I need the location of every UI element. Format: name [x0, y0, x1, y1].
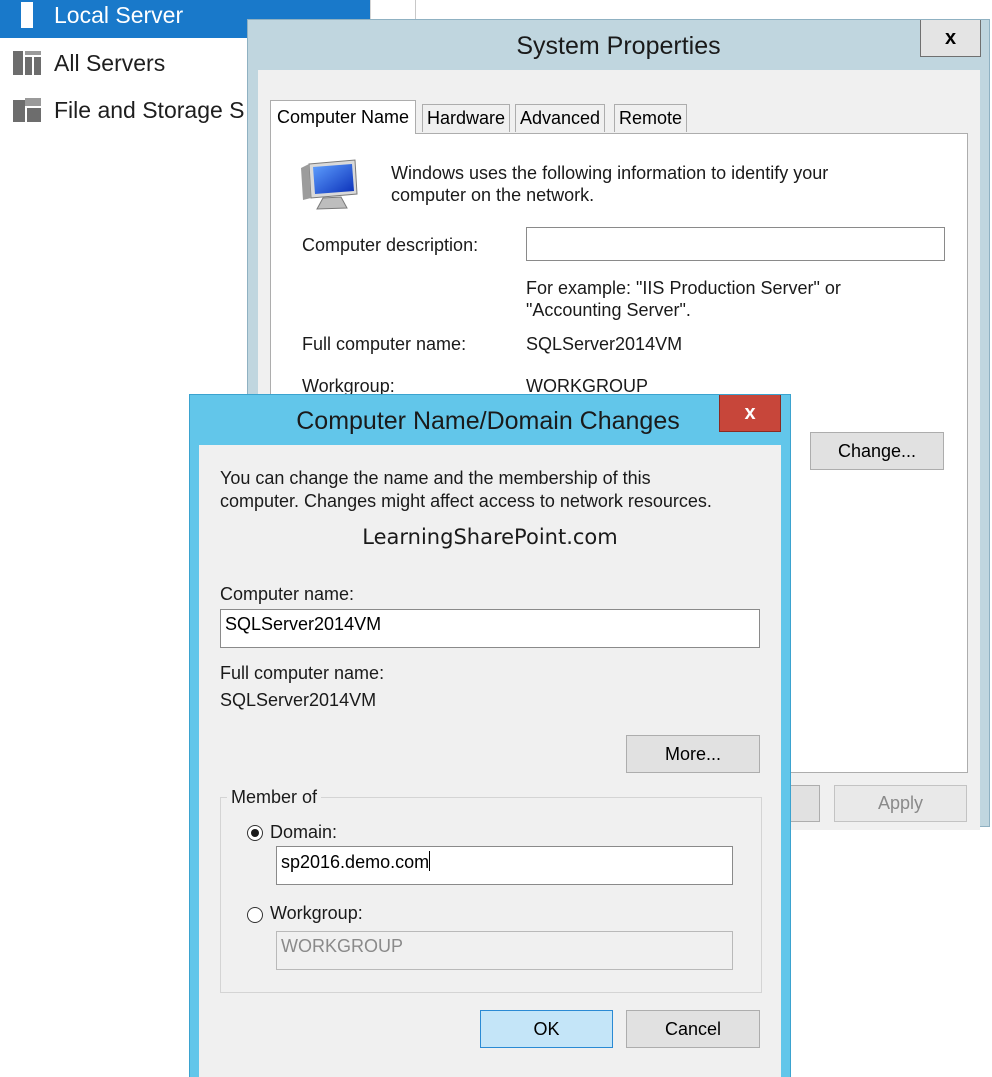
intro-text-1: Windows uses the following information t…	[391, 163, 829, 183]
intro-text-2: computer on the network.	[391, 185, 595, 205]
domain-label: Domain:	[270, 822, 338, 842]
description-label: Computer description:	[302, 235, 479, 255]
example-text-2: "Accounting Server".	[526, 300, 691, 320]
full-name-value: SQLServer2014VM	[526, 334, 683, 354]
computer-name-domain-dialog: Computer Name/Domain Changes x You can c…	[189, 394, 791, 1077]
computer-monitor-icon	[301, 159, 358, 210]
domain-radio[interactable]	[247, 825, 263, 841]
local-server-icon	[0, 0, 54, 38]
change-button[interactable]: Change...	[810, 432, 944, 470]
full-name-label: Full computer name:	[220, 663, 385, 683]
tab-remote[interactable]: Remote	[614, 104, 688, 132]
sidebar-item-label: File and Storage S	[54, 96, 245, 123]
computer-name-label: Computer name:	[220, 584, 355, 604]
window-title: System Properties	[516, 32, 721, 60]
cancel-button[interactable]	[790, 785, 820, 822]
text-caret	[429, 851, 431, 871]
workgroup-label: Workgroup:	[270, 903, 363, 923]
tab-computer-name[interactable]: Computer Name	[270, 100, 417, 134]
more-button[interactable]: More...	[626, 735, 760, 773]
computer-name-input[interactable]: SQLServer2014VM	[220, 609, 760, 648]
full-name-label: Full computer name:	[302, 334, 467, 354]
computer-description-input[interactable]	[526, 227, 945, 261]
sidebar-item-label: All Servers	[54, 49, 166, 76]
workgroup-radio[interactable]	[247, 907, 263, 923]
ok-button[interactable]: OK	[480, 1010, 613, 1048]
tab-hardware[interactable]: Hardware	[422, 104, 511, 132]
tab-advanced[interactable]: Advanced	[515, 104, 606, 132]
close-button[interactable]: x	[920, 20, 981, 57]
member-of-label: Member of	[227, 787, 322, 808]
example-text-1: For example: "IIS Production Server" or	[526, 278, 841, 298]
all-servers-icon	[0, 40, 54, 86]
intro-text-1: You can change the name and the membersh…	[220, 468, 651, 488]
sidebar-item-label: Local Server	[54, 1, 184, 28]
domain-input-value: sp2016.demo.com	[281, 852, 430, 872]
intro-text-2: computer. Changes might affect access to…	[220, 491, 712, 511]
workgroup-input[interactable]: WORKGROUP	[276, 931, 733, 970]
cancel-button[interactable]: Cancel	[626, 1010, 760, 1048]
watermark-text: LearningSharePoint.com	[362, 525, 618, 549]
file-storage-icon	[0, 87, 54, 133]
close-button[interactable]: x	[719, 395, 781, 432]
dialog-body: You can change the name and the membersh…	[199, 445, 781, 1077]
full-name-value: SQLServer2014VM	[220, 690, 377, 710]
apply-button[interactable]: Apply	[834, 785, 967, 822]
dialog-title: Computer Name/Domain Changes	[296, 407, 680, 435]
domain-input[interactable]: sp2016.demo.com	[276, 846, 733, 885]
